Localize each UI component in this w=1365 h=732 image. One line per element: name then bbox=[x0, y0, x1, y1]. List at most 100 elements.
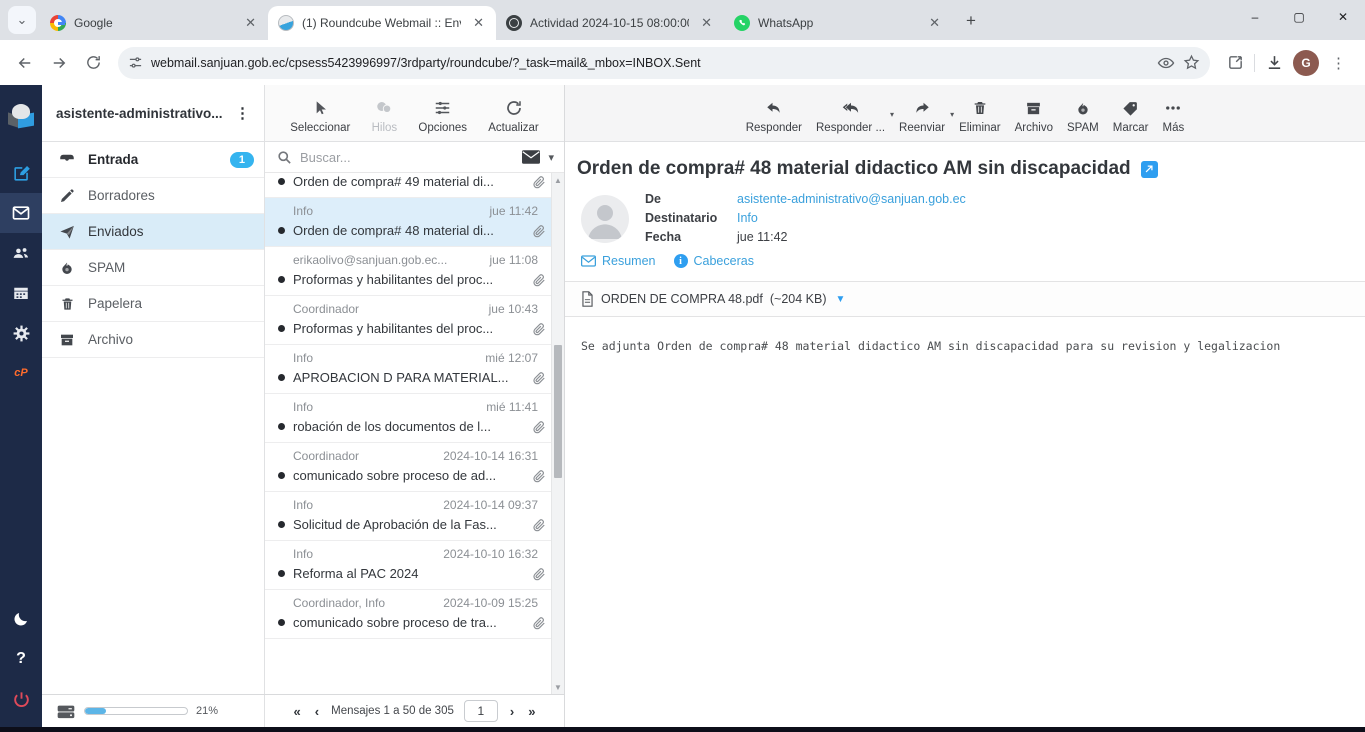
archive-button[interactable]: Archivo bbox=[1015, 98, 1053, 134]
dark-mode-moon-icon[interactable] bbox=[0, 599, 42, 639]
cpanel-icon[interactable]: cP bbox=[0, 353, 42, 393]
tab-close-icon[interactable]: ✕ bbox=[469, 13, 488, 33]
spam-button[interactable]: SPAM bbox=[1067, 98, 1099, 134]
globe-favicon-icon bbox=[506, 15, 522, 31]
tab-close-icon[interactable]: ✕ bbox=[925, 13, 944, 33]
threads-icon bbox=[374, 98, 394, 118]
reply-button[interactable]: Responder bbox=[746, 98, 802, 134]
threads-button[interactable]: Hilos bbox=[372, 98, 398, 134]
profile-avatar[interactable]: G bbox=[1293, 50, 1319, 76]
reload-button[interactable] bbox=[78, 48, 108, 78]
options-button[interactable]: Opciones bbox=[418, 98, 467, 134]
forward-button[interactable] bbox=[44, 48, 74, 78]
window-close-button[interactable]: ✕ bbox=[1321, 0, 1365, 34]
account-header[interactable]: asistente-administrativo... ⋮ bbox=[42, 85, 264, 142]
search-options-chevron-icon[interactable]: ▾ bbox=[548, 151, 554, 164]
list-item[interactable]: erikaolivo@sanjuan.gob.ec...jue 11:08 Pr… bbox=[265, 247, 564, 296]
tab-google[interactable]: Google ✕ bbox=[40, 6, 268, 40]
mail-icon[interactable] bbox=[0, 193, 42, 233]
refresh-button[interactable]: Actualizar bbox=[488, 98, 539, 134]
contacts-icon[interactable] bbox=[0, 233, 42, 273]
extensions-icon[interactable] bbox=[1220, 48, 1250, 78]
headers-link[interactable]: i Cabeceras bbox=[674, 254, 754, 268]
search-scope-envelope-icon[interactable] bbox=[522, 150, 540, 164]
page-number-input[interactable]: 1 bbox=[464, 700, 498, 722]
search-input[interactable] bbox=[300, 150, 514, 165]
folder-entrada[interactable]: Entrada 1 bbox=[42, 142, 264, 178]
search-bar[interactable]: ▾ bbox=[265, 142, 564, 173]
tab-close-icon[interactable]: ✕ bbox=[697, 13, 716, 33]
attachment-paperclip-icon bbox=[532, 224, 546, 238]
list-item[interactable]: Coordinador2024-10-14 16:31 comunicado s… bbox=[265, 443, 564, 492]
settings-gear-icon[interactable] bbox=[0, 313, 42, 353]
attachment-row[interactable]: ORDEN DE COMPRA 48.pdf (~204 KB) ▼ bbox=[565, 281, 1365, 317]
tab-close-icon[interactable]: ✕ bbox=[241, 13, 260, 33]
help-icon[interactable]: ? bbox=[0, 639, 42, 679]
back-button[interactable] bbox=[10, 48, 40, 78]
list-item[interactable]: Infomié 12:07 APROBACION D PARA MATERIAL… bbox=[265, 345, 564, 394]
omnibox[interactable] bbox=[118, 47, 1210, 79]
forward-button[interactable]: Reenviar ▾ bbox=[899, 98, 945, 134]
unread-dot bbox=[278, 374, 285, 381]
scrollbar-thumb[interactable] bbox=[554, 345, 562, 478]
from-address-link[interactable]: asistente-administrativo@sanjuan.gob.ec bbox=[737, 192, 966, 206]
scroll-down-icon[interactable]: ▼ bbox=[554, 680, 562, 694]
folder-spam[interactable]: SPAM bbox=[42, 250, 264, 286]
last-page-button[interactable]: » bbox=[526, 704, 537, 719]
open-in-new-window-icon[interactable] bbox=[1141, 161, 1158, 178]
list-item[interactable]: Info2024-10-10 16:32 Reforma al PAC 2024 bbox=[265, 541, 564, 590]
downloads-icon[interactable] bbox=[1259, 48, 1289, 78]
reply-all-button[interactable]: Responder ... ▾ bbox=[816, 98, 885, 134]
calendar-icon[interactable] bbox=[0, 273, 42, 313]
bookmark-star-icon[interactable] bbox=[1183, 54, 1200, 71]
list-item[interactable]: Infomié 11:41 robación de los documentos… bbox=[265, 394, 564, 443]
folder-borradores[interactable]: Borradores bbox=[42, 178, 264, 214]
to-address-link[interactable]: Info bbox=[737, 211, 966, 225]
scroll-up-icon[interactable]: ▲ bbox=[554, 173, 562, 187]
scrollbar-track[interactable] bbox=[552, 187, 564, 680]
list-item[interactable]: Coordinador, Info2024-10-09 15:25 comuni… bbox=[265, 590, 564, 639]
tab-actividad[interactable]: Actividad 2024-10-15 08:00:00 ✕ bbox=[496, 6, 724, 40]
delete-button[interactable]: Eliminar bbox=[959, 98, 1001, 134]
message-body-text: Se adjunta Orden de compra# 48 material … bbox=[565, 317, 1365, 375]
quota-bar bbox=[84, 707, 188, 715]
folder-archivo[interactable]: Archivo bbox=[42, 322, 264, 358]
select-button[interactable]: Seleccionar bbox=[290, 98, 350, 134]
attachment-paperclip-icon bbox=[532, 420, 546, 434]
message-list: Orden de compra# 49 material di... Infoj… bbox=[265, 173, 564, 694]
prev-page-button[interactable]: ‹ bbox=[313, 704, 321, 719]
tab-whatsapp[interactable]: WhatsApp ✕ bbox=[724, 6, 952, 40]
more-button[interactable]: Más bbox=[1163, 98, 1185, 134]
tab-search-button[interactable]: ⌄ bbox=[8, 6, 36, 34]
summary-link[interactable]: Resumen bbox=[581, 254, 656, 268]
folder-papelera[interactable]: Papelera bbox=[42, 286, 264, 322]
compose-icon[interactable] bbox=[0, 153, 42, 193]
tab-roundcube[interactable]: (1) Roundcube Webmail :: Envia ✕ bbox=[268, 6, 496, 40]
eye-icon[interactable] bbox=[1157, 54, 1175, 72]
mark-button[interactable]: Marcar bbox=[1113, 98, 1149, 134]
next-page-button[interactable]: › bbox=[508, 704, 516, 719]
list-item[interactable]: Info2024-10-14 09:37 Solicitud de Aproba… bbox=[265, 492, 564, 541]
window-minimize-button[interactable]: – bbox=[1233, 0, 1277, 34]
unread-dot bbox=[278, 619, 285, 626]
from-label: De bbox=[645, 192, 737, 206]
browser-menu-icon[interactable]: ⋮ bbox=[1323, 54, 1355, 72]
list-item[interactable]: Orden de compra# 49 material di... bbox=[265, 173, 564, 198]
list-item[interactable]: Coordinadorjue 10:43 Proformas y habilit… bbox=[265, 296, 564, 345]
attachment-paperclip-icon bbox=[532, 175, 546, 189]
list-item-selected[interactable]: Infojue 11:42 Orden de compra# 48 materi… bbox=[265, 198, 564, 247]
site-settings-icon[interactable] bbox=[128, 55, 143, 70]
first-page-button[interactable]: « bbox=[292, 704, 303, 719]
folder-enviados[interactable]: Enviados bbox=[42, 214, 264, 250]
account-menu-icon[interactable]: ⋮ bbox=[229, 104, 256, 122]
reply-all-dropdown-icon[interactable]: ▾ bbox=[890, 110, 894, 119]
logout-power-icon[interactable] bbox=[0, 679, 42, 719]
forward-dropdown-icon[interactable]: ▾ bbox=[950, 110, 954, 119]
attachment-dropdown-icon[interactable]: ▼ bbox=[836, 294, 846, 305]
window-maximize-button[interactable]: ▢ bbox=[1277, 0, 1321, 34]
unread-dot bbox=[278, 423, 285, 430]
new-tab-button[interactable]: + bbox=[958, 8, 984, 34]
attachment-name[interactable]: ORDEN DE COMPRA 48.pdf bbox=[601, 292, 763, 306]
url-input[interactable] bbox=[151, 56, 1149, 70]
list-scrollbar[interactable]: ▲ ▼ bbox=[551, 173, 564, 694]
